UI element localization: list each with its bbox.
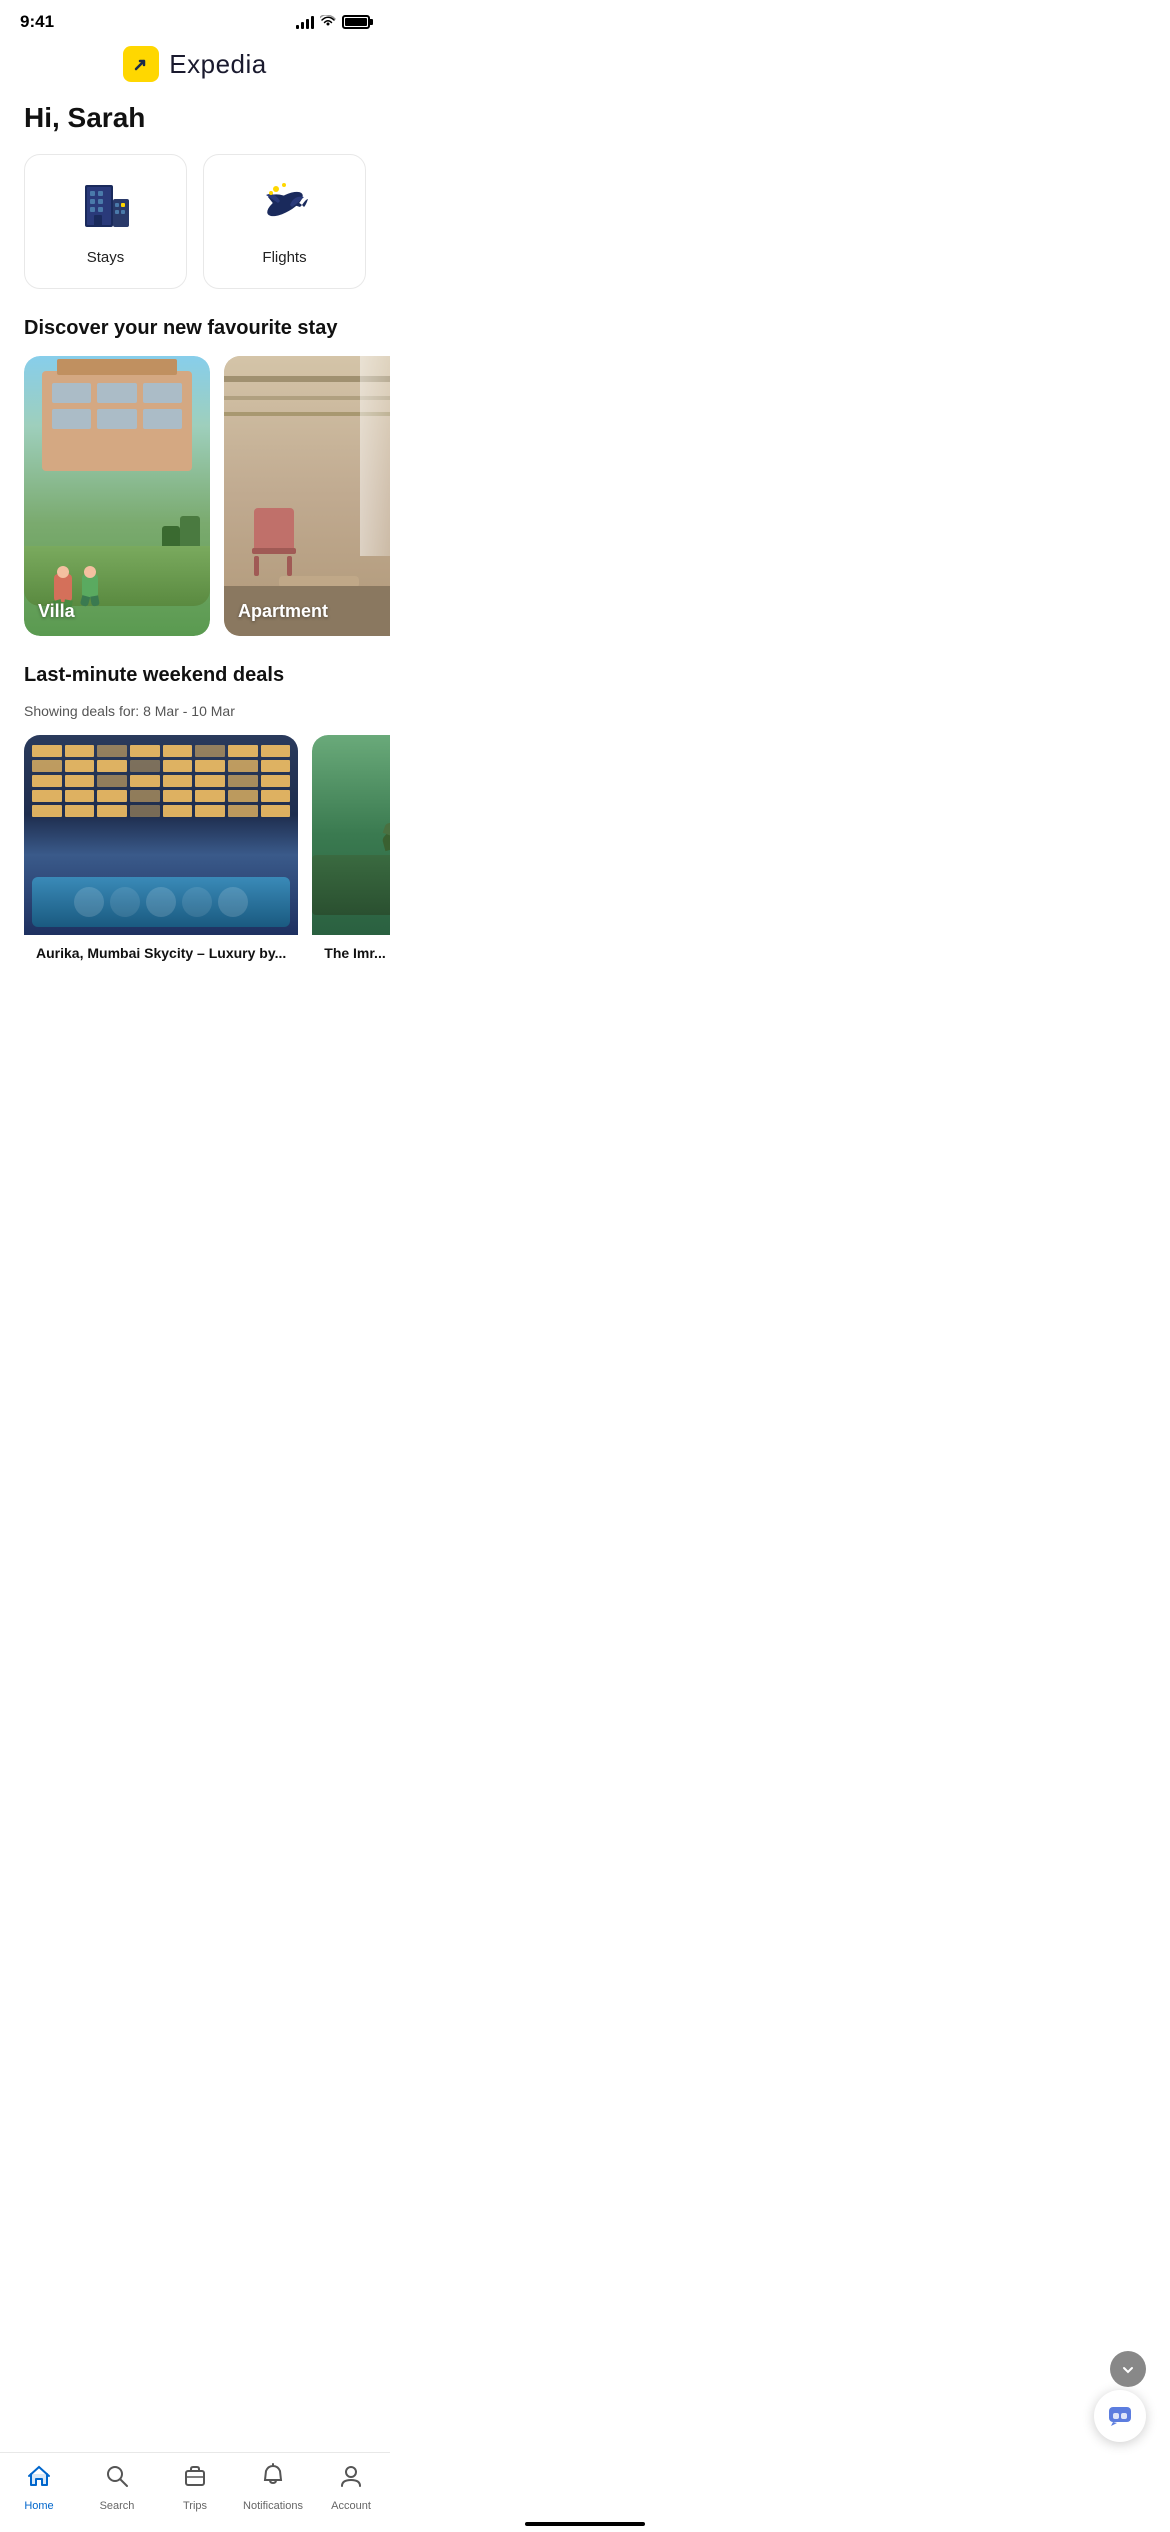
stay-type-scroll: Villa xyxy=(0,356,390,664)
home-indicator xyxy=(525,2522,645,2526)
trips-icon xyxy=(182,2463,208,2496)
account-icon xyxy=(338,2463,364,2496)
deal-card-2[interactable]: The Imr... xyxy=(312,735,390,967)
signal-icon xyxy=(296,15,314,29)
wifi-icon xyxy=(320,14,336,30)
deals-subtitle: Showing deals for: 8 Mar - 10 Mar xyxy=(0,703,390,735)
villa-card[interactable]: Villa xyxy=(24,356,210,636)
nav-notifications[interactable]: Notifications xyxy=(238,2463,308,2512)
home-nav-label: Home xyxy=(24,2500,53,2512)
stays-button[interactable]: Stays xyxy=(24,154,187,289)
apartment-label: Apartment xyxy=(238,601,328,622)
chat-button[interactable] xyxy=(1094,2390,1146,2442)
deal-card-1[interactable]: Aurika, Mumbai Skycity – Luxury by... xyxy=(24,735,298,967)
nav-account[interactable]: Account xyxy=(316,2463,386,2512)
flights-label: Flights xyxy=(262,249,306,266)
flights-button[interactable]: Flights xyxy=(203,154,366,289)
home-icon xyxy=(26,2463,52,2496)
quick-actions: Stays Flights xyxy=(0,154,390,317)
expedia-logo xyxy=(123,46,159,82)
app-header: Expedia xyxy=(0,38,390,94)
nav-trips[interactable]: Trips xyxy=(160,2463,230,2512)
nav-search[interactable]: Search xyxy=(82,2463,152,2512)
deal-name-1: Aurika, Mumbai Skycity – Luxury by... xyxy=(24,935,298,967)
search-nav-label: Search xyxy=(100,2500,135,2512)
deals-section-title: Last-minute weekend deals xyxy=(0,664,390,703)
apartment-card[interactable]: Apartment xyxy=(224,356,390,636)
nav-home[interactable]: Home xyxy=(4,2463,74,2512)
notifications-nav-label: Notifications xyxy=(243,2500,303,2512)
notifications-icon xyxy=(260,2463,286,2496)
deals-scroll: Aurika, Mumbai Skycity – Luxury by... Th… xyxy=(0,735,390,1067)
bottom-nav: Home Search Trips Notifica xyxy=(0,2452,390,2532)
account-nav-label: Account xyxy=(331,2500,371,2512)
battery-icon xyxy=(342,15,370,29)
status-bar: 9:41 xyxy=(0,0,390,38)
flights-icon xyxy=(256,177,314,239)
stays-icon xyxy=(77,177,135,239)
scroll-button[interactable] xyxy=(1110,2351,1146,2387)
stays-label: Stays xyxy=(87,249,125,266)
trips-nav-label: Trips xyxy=(183,2500,207,2512)
status-time: 9:41 xyxy=(20,12,54,32)
status-icons xyxy=(296,14,370,30)
greeting-text: Hi, Sarah xyxy=(0,94,390,154)
discover-section-title: Discover your new favourite stay xyxy=(0,317,390,356)
villa-label: Villa xyxy=(38,601,75,622)
deal-name-2: The Imr... xyxy=(312,935,390,967)
search-icon xyxy=(104,2463,130,2496)
app-title: Expedia xyxy=(169,49,266,80)
